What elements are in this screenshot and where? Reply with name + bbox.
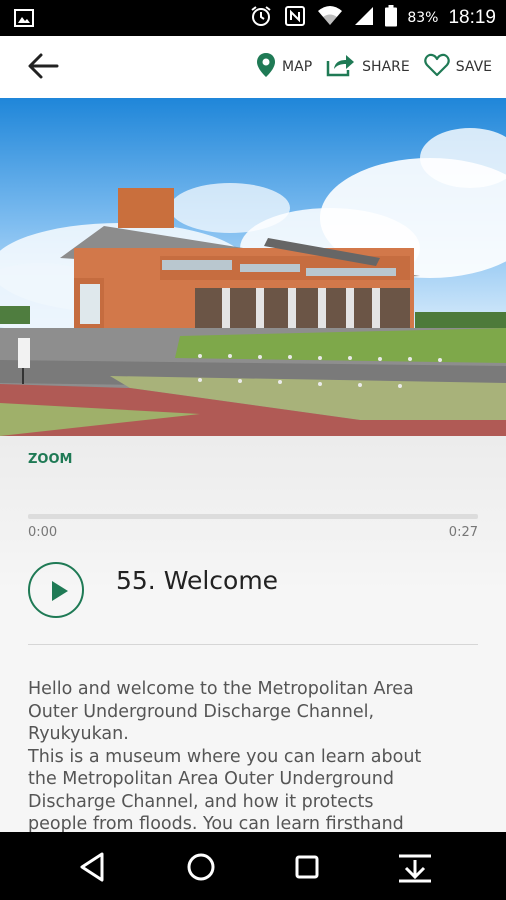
signal-icon — [353, 5, 375, 31]
save-label: SAVE — [455, 59, 492, 75]
play-icon — [52, 581, 68, 601]
share-button[interactable]: SHARE — [326, 53, 410, 81]
progress-track[interactable] — [28, 514, 478, 519]
nav-home-button[interactable] — [184, 850, 218, 884]
arrow-left-icon — [26, 53, 60, 85]
description-text: Hello and welcome to the Metropolitan Ar… — [28, 679, 422, 834]
alarm-icon — [249, 4, 273, 32]
nav-keyboard-hide-button[interactable] — [396, 850, 431, 884]
status-bar: 83% 18:19 — [0, 0, 506, 36]
home-circle-icon — [184, 853, 218, 888]
battery-icon — [385, 5, 398, 31]
wifi-icon — [317, 5, 343, 31]
share-label: SHARE — [362, 59, 410, 75]
back-triangle-icon — [76, 852, 110, 888]
nav-recents-button[interactable] — [290, 850, 324, 884]
battery-percent: 83% — [407, 10, 439, 26]
map-pin-icon — [256, 52, 276, 82]
recents-square-icon — [290, 855, 324, 888]
divider — [28, 644, 478, 645]
nav-back-button[interactable] — [76, 850, 110, 884]
keyboard-hide-icon — [396, 854, 434, 888]
navigation-bar — [0, 832, 506, 900]
heart-icon — [424, 53, 450, 81]
map-label: MAP — [282, 59, 313, 75]
back-button[interactable] — [26, 51, 66, 83]
total-duration: 0:27 — [448, 525, 478, 540]
zoom-button[interactable]: ZOOM — [28, 452, 72, 467]
share-icon — [326, 53, 356, 81]
play-button[interactable] — [28, 562, 84, 618]
map-button[interactable]: MAP — [256, 52, 312, 82]
clock: 18:19 — [448, 7, 496, 28]
hero-image[interactable] — [0, 98, 506, 436]
image-icon — [14, 8, 34, 32]
toolbar: MAP SHARE SAVE — [0, 36, 506, 98]
nfc-icon — [283, 4, 307, 32]
save-button[interactable]: SAVE — [424, 53, 492, 81]
elapsed-time: 0:00 — [28, 525, 58, 540]
track-title: 55. Welcome — [116, 566, 279, 595]
